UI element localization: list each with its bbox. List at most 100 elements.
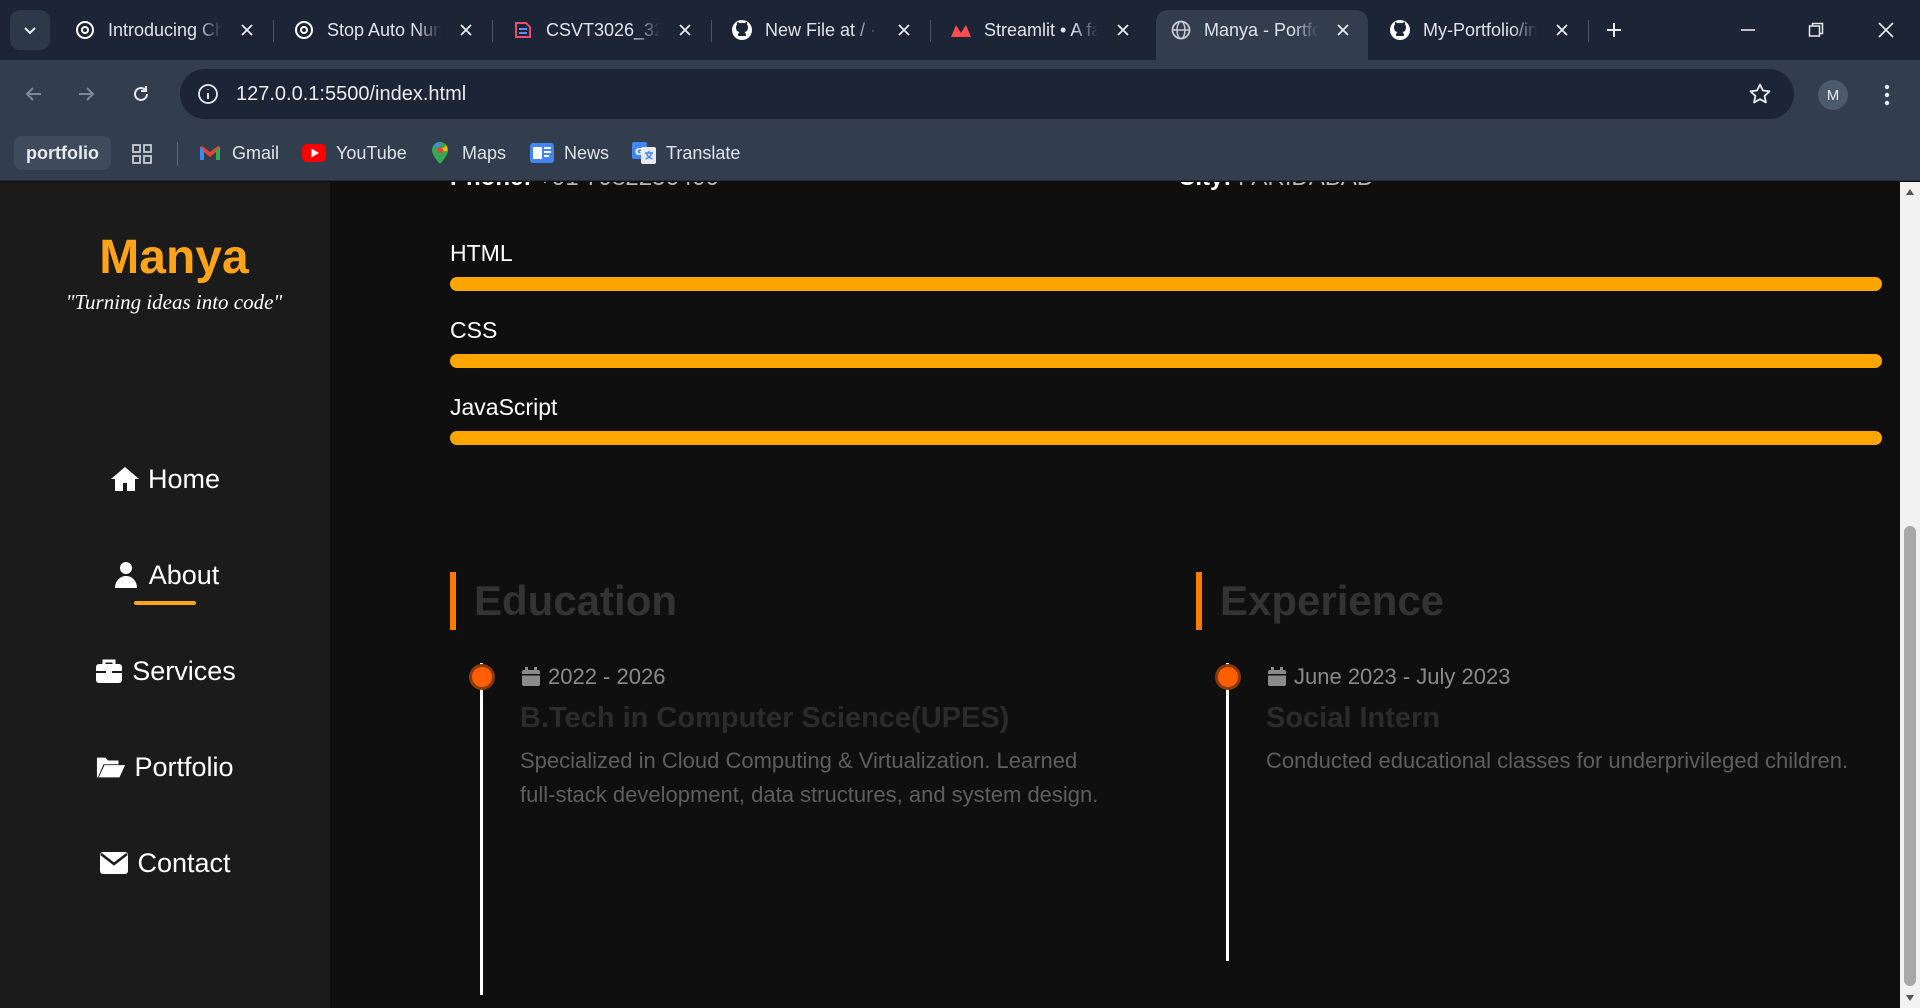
apps-grid-icon[interactable] <box>128 140 156 168</box>
tab-search-button[interactable] <box>10 10 50 50</box>
close-icon[interactable] <box>1332 19 1354 41</box>
close-icon[interactable] <box>674 19 696 41</box>
tab-new-file-github[interactable]: New File at / · <box>717 10 929 50</box>
education-heading: Education <box>450 572 677 630</box>
skill-fill-html <box>450 277 1882 291</box>
close-icon[interactable] <box>236 19 258 41</box>
arrow-left-icon <box>25 87 41 101</box>
bookmark-label: Maps <box>462 142 507 163</box>
bookmark-youtube[interactable]: YouTube <box>302 138 407 168</box>
tab-title: Manya - Portfolio <box>1204 19 1318 40</box>
skill-bar-javascript <box>450 431 1882 445</box>
bookmarks-bar: portfolio Gmail YouTube Maps News G Tran… <box>0 128 1920 181</box>
bookmark-label: YouTube <box>336 142 407 163</box>
tab-stop-auto-numbering[interactable]: Stop Auto Numbering <box>279 10 491 50</box>
envelope-icon <box>99 848 129 878</box>
city-value: FARIDABAD <box>1238 182 1374 191</box>
new-tab-button[interactable] <box>1598 14 1630 46</box>
close-window-button[interactable] <box>1858 6 1914 54</box>
openai-icon <box>293 19 315 41</box>
skill-fill-javascript <box>450 431 1882 445</box>
briefcase-icon <box>94 656 124 686</box>
nav-portfolio[interactable]: Portfolio <box>0 742 330 792</box>
nav-services[interactable]: Services <box>0 646 330 696</box>
tab-title: Introducing ChatGPT <box>108 19 222 40</box>
city-label: City: <box>1178 182 1231 191</box>
tab-manya-portfolio[interactable]: Manya - Portfolio <box>1156 10 1368 60</box>
restore-icon <box>1808 22 1824 37</box>
bookmark-folder-portfolio[interactable]: portfolio <box>14 136 111 170</box>
address-bar[interactable]: 127.0.0.1:5500/index.html <box>180 69 1794 119</box>
more-vert-icon <box>1884 84 1890 106</box>
tab-title: CSVT3026_320 <box>546 19 660 40</box>
nav-contact[interactable]: Contact <box>0 838 330 888</box>
close-icon[interactable] <box>455 19 477 41</box>
profile-avatar[interactable]: M <box>1818 80 1848 110</box>
bookmark-label: News <box>564 142 610 163</box>
nav-label: About <box>148 559 220 590</box>
home-icon <box>110 464 140 494</box>
slides-icon <box>512 19 534 41</box>
education-date: 2022 - 2026 <box>520 664 665 690</box>
tab-separator <box>1588 20 1589 42</box>
tab-csvt3026[interactable]: CSVT3026_320 <box>498 10 710 50</box>
tab-my-portfolio-github[interactable]: My-Portfolio/index <box>1375 10 1587 50</box>
nav-home[interactable]: Home <box>0 454 330 504</box>
translate-icon: G <box>632 142 656 164</box>
calendar-icon <box>520 666 542 688</box>
tab-title: New File at / · <box>765 19 877 40</box>
folder-open-icon <box>96 752 126 782</box>
site-info-icon[interactable] <box>194 80 222 108</box>
tab-title: My-Portfolio/index <box>1423 19 1537 40</box>
tab-separator <box>930 20 931 42</box>
maps-icon <box>428 142 452 164</box>
sidebar: Manya "Turning ideas into code" Home Abo… <box>0 182 330 1008</box>
site-brand[interactable]: Manya <box>0 230 348 285</box>
close-icon[interactable] <box>1112 19 1134 41</box>
experience-date: June 2023 - July 2023 <box>1266 664 1511 690</box>
page-scrollbar[interactable] <box>1900 182 1920 1008</box>
page-viewport: Manya "Turning ideas into code" Home Abo… <box>0 182 1920 1008</box>
bookmark-news[interactable]: News <box>530 138 609 168</box>
tab-streamlit[interactable]: Streamlit • A faster way <box>936 10 1148 50</box>
bookmark-translate[interactable]: G Translate <box>632 138 740 168</box>
close-icon[interactable] <box>1551 19 1573 41</box>
education-description-line: full-stack development, data structures,… <box>520 782 1099 807</box>
browser-menu-button[interactable] <box>1872 80 1902 110</box>
url-text[interactable]: 127.0.0.1:5500/index.html <box>236 69 466 119</box>
phone-info: Phone: +91 7982256400 <box>450 182 719 192</box>
close-icon[interactable] <box>893 19 915 41</box>
restore-button[interactable] <box>1788 6 1844 54</box>
tab-title: Stop Auto Numbering <box>327 19 441 40</box>
tab-introducing-chatgpt[interactable]: Introducing ChatGPT <box>60 10 272 50</box>
nav-active-indicator <box>134 601 196 605</box>
minimize-icon <box>1741 29 1755 31</box>
nav-about[interactable]: About <box>0 550 330 600</box>
bookmark-label: Gmail <box>232 142 280 163</box>
github-icon <box>731 19 753 41</box>
education-timeline-line <box>480 663 483 995</box>
experience-timeline-dot <box>1218 667 1238 687</box>
scrollbar-thumb[interactable] <box>1904 526 1916 986</box>
back-button[interactable] <box>14 74 54 114</box>
education-description-line: Specialized in Cloud Computing & Virtual… <box>520 748 1078 773</box>
tab-separator <box>711 20 712 42</box>
skill-bar-html <box>450 277 1882 291</box>
bookmark-star-icon[interactable] <box>1746 80 1774 108</box>
calendar-icon <box>1266 666 1288 688</box>
forward-button[interactable] <box>66 74 106 114</box>
reload-button[interactable] <box>121 74 161 114</box>
bookmark-maps[interactable]: Maps <box>428 138 506 168</box>
scroll-down-arrow-icon[interactable] <box>1904 992 1916 1004</box>
openai-icon <box>74 19 96 41</box>
news-icon <box>530 142 554 164</box>
arrow-right-icon <box>79 87 95 101</box>
scroll-up-arrow-icon[interactable] <box>1904 186 1916 198</box>
skill-name-css: CSS <box>450 317 498 343</box>
bookmark-gmail[interactable]: Gmail <box>198 138 279 168</box>
svg-text:G: G <box>635 147 643 158</box>
streamlit-icon <box>950 19 972 41</box>
minimize-button[interactable] <box>1720 6 1776 54</box>
skill-name-html: HTML <box>450 240 513 266</box>
phone-value: +91 7982256400 <box>538 182 719 191</box>
